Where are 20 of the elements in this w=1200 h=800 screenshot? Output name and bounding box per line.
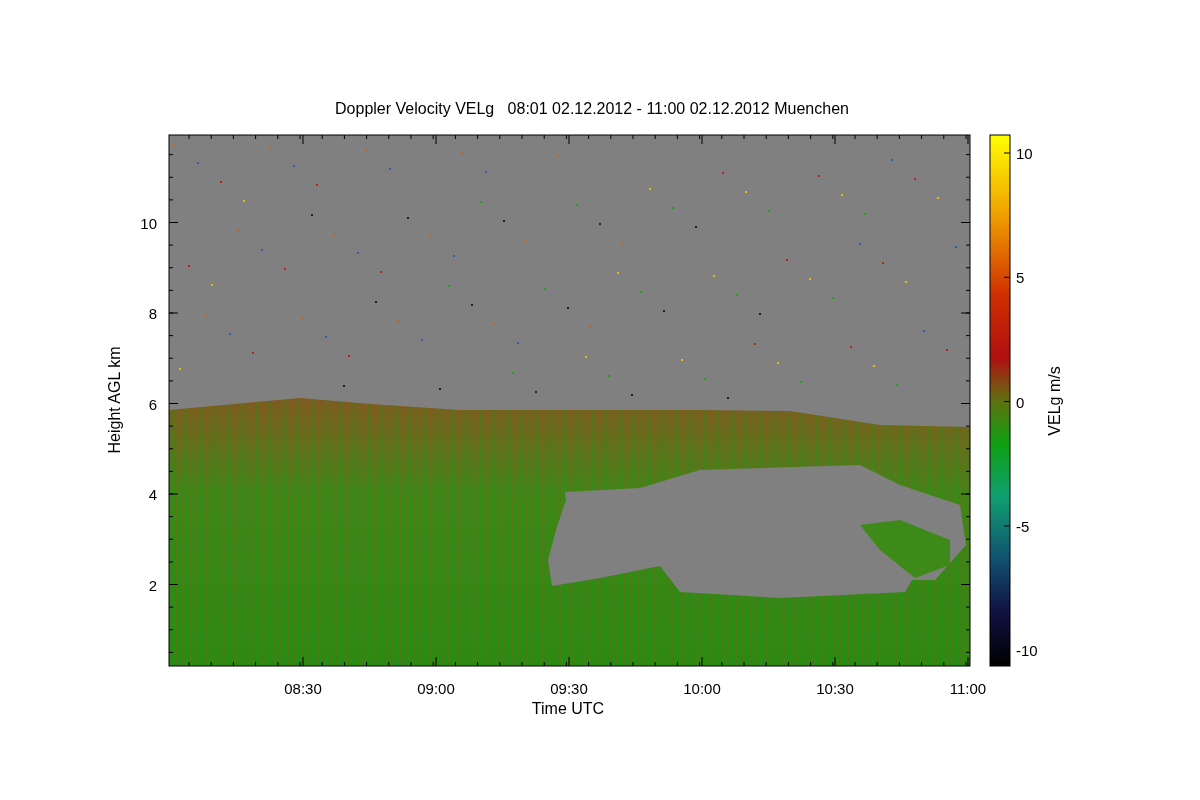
tick-label: -5 (1016, 517, 1030, 535)
tick-label: 8 (148, 305, 157, 322)
tick-label: 2 (148, 576, 157, 594)
tick-label: 5 (1016, 269, 1025, 287)
tick-label: 09:30 (550, 680, 588, 697)
tick-label: 09:00 (417, 680, 455, 697)
tick-label: 10:00 (683, 680, 721, 697)
tick-label: 11:00 (949, 680, 987, 697)
axis-label: Time UTC (531, 700, 605, 717)
tick-label: 4 (148, 486, 157, 503)
tick-label: -10 (1016, 642, 1038, 660)
tick-label: 10 (1016, 145, 1033, 162)
tick-label: 0 (1016, 393, 1025, 411)
axis-label: VELg m/s (1046, 366, 1063, 436)
axis-label: Height AGL km (106, 346, 123, 454)
tick-label: 10 (140, 214, 157, 232)
plot-title: Doppler Velocity VELg 08:01 02.12.2012 - 11:00 02.12.2012 Muenchen (335, 100, 849, 117)
tick-label: 08:30 (284, 680, 322, 697)
tick-label: 6 (148, 395, 157, 413)
tick-label: 10:30 (816, 680, 854, 697)
